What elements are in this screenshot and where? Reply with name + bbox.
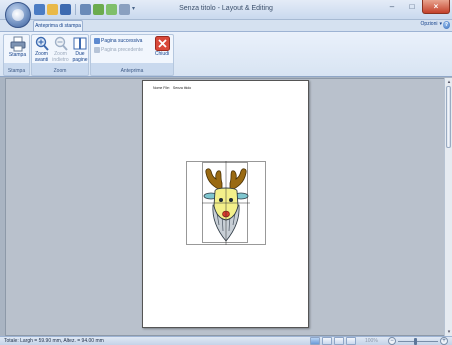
reindeer-antler-left — [205, 168, 223, 192]
group-label-anteprima: Anteprima — [120, 68, 144, 74]
preview-page: Nome File: Senza titolo — [142, 80, 309, 328]
scroll-thumb[interactable] — [446, 86, 451, 148]
zoom-out-icon — [54, 36, 68, 51]
two-pages-button[interactable]: Due pagine — [71, 36, 89, 63]
file-name-label: Nome File: — [153, 86, 170, 90]
reindeer-eye-right — [229, 198, 233, 202]
maximize-button[interactable]: □ — [402, 0, 422, 14]
view-mode-4-button[interactable] — [346, 337, 356, 345]
zoom-in-icon — [35, 36, 49, 51]
help-icon[interactable]: ? — [443, 21, 450, 29]
zoom-in-slider-button[interactable]: + — [440, 337, 448, 345]
group-anteprima: Pagina successiva Pagina precedente Chiu… — [90, 34, 174, 76]
view-mode-2-button[interactable] — [322, 337, 332, 345]
next-page-icon — [94, 37, 100, 44]
zoom-in-label-2: avanti — [34, 56, 49, 63]
file-name-value: Senza titolo — [172, 86, 192, 90]
close-preview-icon — [154, 36, 170, 51]
scroll-down-button[interactable]: ▾ — [445, 328, 452, 336]
close-preview-label: Chiudi — [154, 51, 170, 57]
zoom-slider-thumb[interactable] — [414, 338, 417, 345]
zoom-out-slider-button[interactable]: − — [388, 337, 396, 345]
group-label-stampa: Stampa — [7, 68, 26, 74]
zoom-out-label-2: indietro — [52, 56, 69, 63]
ribbon-tab-row: Anteprima di stampa Opzioni ▾ ? — [0, 20, 452, 32]
prev-page-label: Pagina precedente — [101, 47, 143, 53]
vertical-scrollbar[interactable]: ▴ ▾ — [444, 78, 452, 336]
two-pages-label-2: pagine — [72, 56, 88, 63]
status-bar: Totale: Largh = 59.90 mm, Altez. = 94.00… — [0, 336, 452, 345]
ribbon: Stampa Stampa Zoom avanti Zoom indietro — [0, 31, 452, 77]
prev-page-icon — [94, 46, 100, 53]
print-button[interactable]: Stampa — [5, 36, 30, 59]
design-size-status: Totale: Largh = 59.90 mm, Altez. = 94.00… — [4, 338, 104, 344]
options-menu[interactable]: Opzioni ▾ — [421, 21, 442, 27]
application-menu-button[interactable] — [5, 2, 31, 28]
view-mode-buttons — [310, 337, 356, 345]
page-header: Nome File: Senza titolo — [153, 86, 191, 90]
zoom-in-button[interactable]: Zoom avanti — [33, 36, 50, 63]
close-preview-button[interactable]: Chiudi — [151, 36, 173, 58]
zoom-out-button[interactable]: Zoom indietro — [51, 36, 70, 63]
view-mode-1-button[interactable] — [310, 337, 320, 345]
reindeer-eye-left — [219, 198, 223, 202]
title-bar: ▾ Senza titolo - Layout & Editing – □ × — [0, 0, 452, 20]
zoom-level: 100% — [365, 338, 378, 344]
group-stampa: Stampa Stampa — [3, 34, 30, 76]
scroll-up-button[interactable]: ▴ — [445, 78, 452, 86]
embroidery-design — [186, 161, 266, 245]
zoom-slider-track[interactable] — [398, 341, 438, 342]
app-logo-icon — [12, 9, 24, 21]
next-page-button[interactable]: Pagina successiva — [94, 37, 142, 45]
close-window-button[interactable]: × — [422, 0, 450, 14]
view-mode-3-button[interactable] — [334, 337, 344, 345]
next-page-label: Pagina successiva — [101, 38, 143, 44]
options-dropdown-icon: ▾ — [439, 21, 442, 27]
minimize-button[interactable]: – — [382, 0, 402, 14]
two-pages-icon — [73, 37, 87, 50]
group-zoom: Zoom avanti Zoom indietro Due pagine Zoo… — [31, 34, 89, 76]
printer-icon — [10, 36, 25, 52]
group-label-zoom: Zoom — [53, 68, 67, 74]
options-label: Opzioni — [420, 21, 438, 27]
print-label: Stampa — [8, 52, 27, 58]
prev-page-button[interactable]: Pagina precedente — [94, 46, 143, 54]
reindeer-antler-right — [229, 168, 247, 192]
